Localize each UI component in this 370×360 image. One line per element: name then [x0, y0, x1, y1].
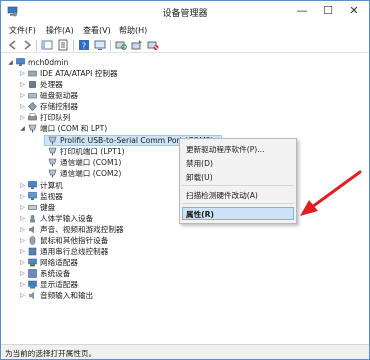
- tree-root-label: mch0dmin: [28, 58, 69, 67]
- network-adapter-icon: [28, 258, 37, 267]
- audio-io-icon: [28, 291, 37, 300]
- disk-drive-icon: [28, 91, 37, 100]
- forward-icon[interactable]: [21, 39, 33, 51]
- processor-icon: [28, 80, 37, 89]
- context-menu: 更新驱动程序软件(P)... 禁用(D) 卸载(U) 扫描检测硬件改动(A) 属…: [179, 138, 297, 224]
- context-scan-hardware[interactable]: 扫描检测硬件改动(A): [186, 190, 258, 201]
- scan-hardware-icon[interactable]: [115, 39, 127, 51]
- computer-icon: [16, 58, 25, 67]
- display-adapter-icon: [28, 280, 37, 289]
- toolbar-separator: [36, 40, 37, 51]
- status-bar: 为当前的选择打开属性页。: [1, 344, 369, 359]
- port-icon: [48, 136, 57, 145]
- port-icon: [28, 124, 37, 133]
- computer-icon: [28, 181, 37, 190]
- usb-icon: [28, 247, 37, 256]
- toolbar: ?: [1, 38, 369, 53]
- menu-help[interactable]: 帮助(H): [119, 25, 147, 36]
- maximize-button[interactable]: ☐: [315, 1, 341, 21]
- port-icon: [48, 147, 57, 156]
- collapse-icon[interactable]: ◢: [7, 57, 14, 68]
- device-manager-window: 设备管理器 — ☐ ✕ 文件(F) 操作(A) 查看(V) 帮助(H) ? ◢ …: [0, 0, 370, 360]
- help-icon[interactable]: ?: [78, 39, 90, 51]
- monitor-icon: [28, 192, 37, 201]
- title-bar: 设备管理器 — ☐ ✕: [1, 1, 369, 23]
- context-separator: [182, 203, 294, 204]
- context-properties[interactable]: 属性(R): [186, 209, 214, 220]
- context-update-driver[interactable]: 更新驱动程序软件(P)...: [186, 144, 265, 155]
- menu-view[interactable]: 查看(V): [83, 25, 111, 36]
- device-view-icon[interactable]: [94, 39, 106, 51]
- context-separator: [182, 185, 294, 186]
- ide-controller-icon: [28, 69, 37, 78]
- hid-icon: [28, 214, 37, 223]
- system-device-icon: [28, 269, 37, 278]
- toolbar-separator: [110, 40, 111, 51]
- context-uninstall[interactable]: 卸载(U): [186, 172, 213, 183]
- toolbar-separator: [73, 40, 74, 51]
- menu-file[interactable]: 文件(F): [9, 25, 36, 36]
- menu-action[interactable]: 操作(A): [46, 25, 74, 36]
- sound-icon: [28, 225, 37, 234]
- status-text: 为当前的选择打开属性页。: [5, 349, 97, 358]
- context-disable[interactable]: 禁用(D): [186, 158, 213, 169]
- port-icon: [48, 169, 57, 178]
- svg-text:?: ?: [82, 42, 86, 51]
- storage-controller-icon: [28, 102, 37, 111]
- disable-device-icon[interactable]: [147, 39, 159, 51]
- port-icon: [48, 158, 57, 167]
- minimize-button[interactable]: —: [289, 1, 315, 21]
- show-hide-tree-icon[interactable]: [41, 39, 53, 51]
- close-button[interactable]: ✕: [341, 1, 367, 21]
- keyboard-icon: [28, 203, 37, 212]
- menu-bar: 文件(F) 操作(A) 查看(V) 帮助(H): [1, 23, 369, 38]
- mouse-icon: [28, 236, 37, 245]
- properties-icon[interactable]: [57, 39, 69, 51]
- update-driver-icon[interactable]: [131, 39, 143, 51]
- back-icon[interactable]: [7, 39, 19, 51]
- print-queue-icon: [28, 113, 37, 122]
